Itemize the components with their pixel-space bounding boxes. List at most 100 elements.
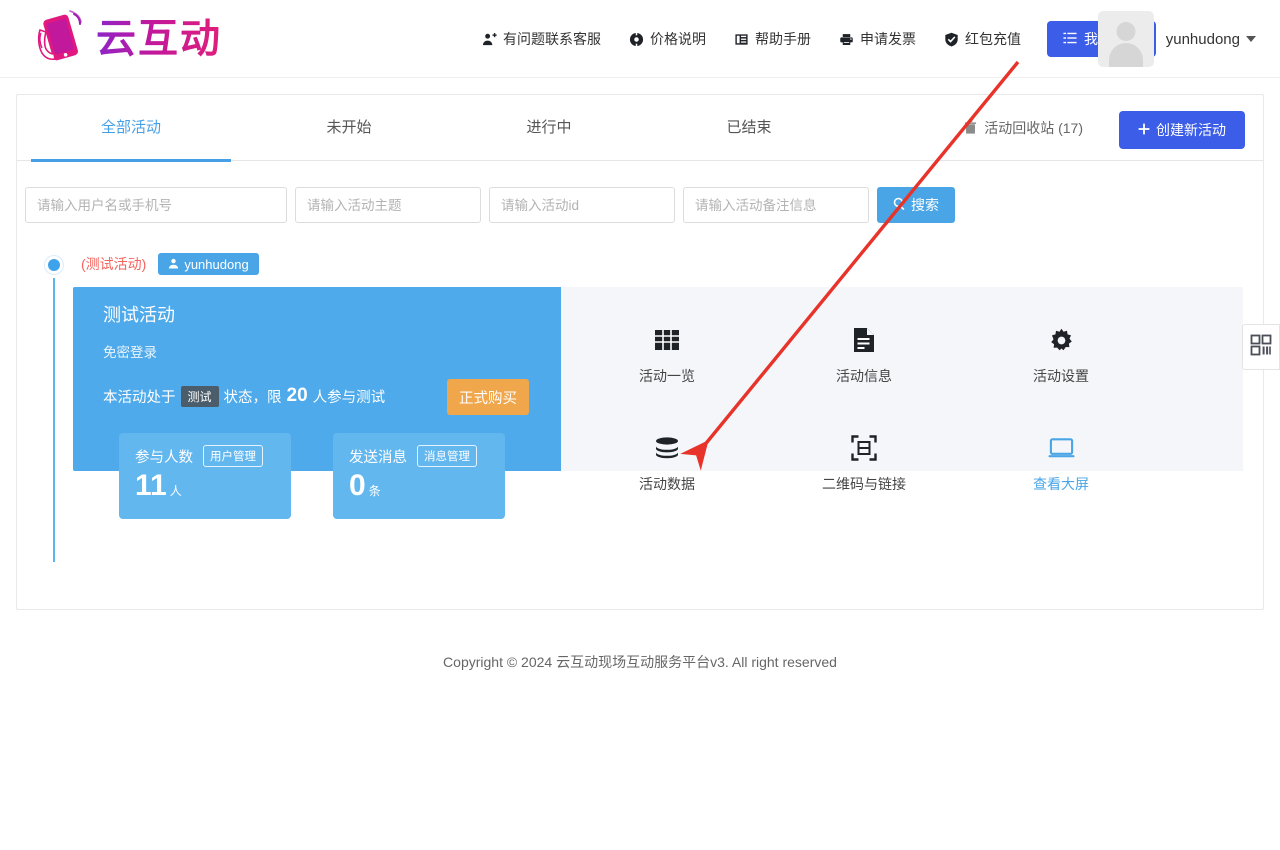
main-nav: 有问题联系客服 价格说明 帮助手册 申请发票 红包充值 <box>468 0 1156 78</box>
action-qrcode-link[interactable]: 二维码与链接 <box>804 433 924 494</box>
nav-item-contact-support[interactable]: 有问题联系客服 <box>468 29 615 49</box>
action-view-bigscreen[interactable]: 查看大屏 <box>1001 433 1121 494</box>
tab-not-started[interactable]: 未开始 <box>249 95 449 161</box>
recycle-bin-label: 活动回收站 (17) <box>984 120 1083 136</box>
owner-badge[interactable]: yunhudong <box>158 253 259 275</box>
logo[interactable]: 云互动 <box>28 8 222 70</box>
create-activity-button[interactable]: 创建新活动 <box>1119 111 1245 149</box>
action-activity-info[interactable]: 活动信息 <box>804 325 924 386</box>
plus-icon <box>1138 122 1150 138</box>
activity-title: 测试活动 <box>103 305 175 325</box>
test-activity-tag: (测试活动) <box>81 256 147 272</box>
stat-value: 0 <box>349 469 366 502</box>
search-bar: 搜索 <box>25 187 955 223</box>
activity-status-text: 本活动处于 测试 状态，限 20 人参与测试 <box>103 385 385 407</box>
action-label: 查看大屏 <box>1033 476 1089 492</box>
stat-card-messages: 发送消息 消息管理 0条 <box>333 433 505 519</box>
nav-label: 帮助手册 <box>755 31 811 47</box>
recycle-bin-link[interactable]: 活动回收站 (17) <box>964 118 1083 138</box>
action-label: 二维码与链接 <box>822 476 906 492</box>
owner-badge-label: yunhudong <box>184 256 249 272</box>
tab-label: 进行中 <box>526 119 572 136</box>
printer-icon <box>839 32 854 47</box>
hand-phone-logo-icon <box>28 8 90 70</box>
stat-unit: 条 <box>368 484 381 498</box>
search-input-username[interactable] <box>25 187 287 223</box>
nav-label: 有问题联系客服 <box>503 31 601 47</box>
nav-item-help-manual[interactable]: 帮助手册 <box>720 29 825 49</box>
username-label: yunhudong <box>1165 30 1240 48</box>
avatar-placeholder-icon[interactable] <box>1097 11 1154 67</box>
action-activity-data[interactable]: 活动数据 <box>607 433 727 494</box>
nav-item-apply-invoice[interactable]: 申请发票 <box>825 29 930 49</box>
stat-value-wrap: 11 人 <box>135 471 182 501</box>
search-button[interactable]: 搜索 <box>877 187 955 223</box>
status-badge: 测试 <box>180 385 219 407</box>
main-panel: 全部活动 未开始 进行中 已结束 活动回收站 (17) 创建新活动 请输入用户名… <box>16 94 1264 610</box>
status-prefix: 本活动处于 <box>103 389 176 406</box>
activity-subtitle: 免密登录 <box>103 345 157 360</box>
action-activity-settings[interactable]: 活动设置 <box>1001 325 1121 386</box>
customer-service-icon <box>482 32 497 47</box>
user-management-button[interactable]: 用户管理 <box>203 445 263 467</box>
activity-card: 测试活动 免密登录 本活动处于 测试 状态，限 20 人参与测试 正式购买 参与… <box>73 287 1243 519</box>
stat-header: 发送消息 消息管理 <box>349 445 477 467</box>
grid-icon <box>607 325 727 355</box>
nav-label: 申请发票 <box>860 31 916 47</box>
stat-label: 发送消息 <box>349 449 407 466</box>
search-input-topic[interactable] <box>295 187 481 223</box>
action-label: 活动设置 <box>1033 368 1089 384</box>
status-limit-number: 20 <box>286 385 308 406</box>
qr-code-icon <box>1250 334 1272 361</box>
activity-card-actions: 活动一览 活动信息 活动设置 活动数据 二维码与链接 查看大屏 <box>561 287 1243 492</box>
chevron-down-icon <box>1246 36 1256 42</box>
stat-value: 11 <box>135 469 167 502</box>
qr-scan-icon <box>804 433 924 463</box>
logo-text: 云互动 <box>96 10 222 68</box>
tab-in-progress[interactable]: 进行中 <box>449 95 649 161</box>
search-input-remark[interactable] <box>683 187 869 223</box>
tab-label: 全部活动 <box>100 119 161 136</box>
user-icon <box>168 257 179 272</box>
stat-value-wrap: 0条 <box>349 471 381 501</box>
timeline-line <box>53 278 55 562</box>
timeline-dot-icon <box>45 256 63 274</box>
page-root: 云互动 有问题联系客服 价格说明 帮助手册 申请发票 红包充值 yunhudon… <box>0 0 1280 850</box>
database-icon <box>607 433 727 463</box>
action-label: 活动一览 <box>639 368 695 384</box>
tab-finished[interactable]: 已结束 <box>649 95 849 161</box>
user-menu[interactable]: yunhudong <box>1166 31 1256 48</box>
side-qrcode-tab[interactable] <box>1242 324 1280 370</box>
message-management-button[interactable]: 消息管理 <box>417 445 477 467</box>
status-suffix: 人参与测试 <box>312 389 386 406</box>
tab-label: 已结束 <box>726 119 772 136</box>
stat-card-participants: 参与人数 用户管理 11 人 <box>119 433 291 519</box>
action-label: 活动数据 <box>639 476 695 492</box>
document-icon <box>804 325 924 355</box>
tab-all-activities[interactable]: 全部活动 <box>31 95 231 162</box>
book-icon <box>734 32 749 47</box>
tab-active-underline <box>31 159 231 162</box>
action-activity-overview[interactable]: 活动一览 <box>607 325 727 386</box>
laptop-icon <box>1001 433 1121 463</box>
nav-label: 红包充值 <box>965 31 1021 47</box>
nav-label: 价格说明 <box>650 31 706 47</box>
footer-copyright: Copyright © 2024 云互动现场互动服务平台v3. All righ… <box>443 654 837 670</box>
gear-icon <box>1001 325 1121 355</box>
user-area: yunhudong <box>1097 11 1256 67</box>
action-label: 活动信息 <box>836 368 892 384</box>
purchase-button[interactable]: 正式购买 <box>447 379 529 415</box>
activity-tabs: 全部活动 未开始 进行中 已结束 活动回收站 (17) 创建新活动 <box>17 95 1263 162</box>
activity-card-left: 测试活动 免密登录 本活动处于 测试 状态，限 20 人参与测试 正式购买 参与… <box>73 287 561 519</box>
status-middle: 状态，限 <box>223 389 282 406</box>
stat-header: 参与人数 用户管理 <box>135 445 263 467</box>
search-input-activity-id[interactable] <box>489 187 675 223</box>
search-icon <box>893 197 906 213</box>
search-button-label: 搜索 <box>911 197 939 213</box>
list-icon <box>1063 31 1077 48</box>
nav-item-redpacket-recharge[interactable]: 红包充值 <box>930 29 1035 49</box>
stat-unit: 人 <box>169 484 182 498</box>
create-activity-label: 创建新活动 <box>1156 122 1226 138</box>
top-header: 云互动 有问题联系客服 价格说明 帮助手册 申请发票 红包充值 yunhudon… <box>0 0 1280 78</box>
nav-item-price-info[interactable]: 价格说明 <box>615 29 720 49</box>
